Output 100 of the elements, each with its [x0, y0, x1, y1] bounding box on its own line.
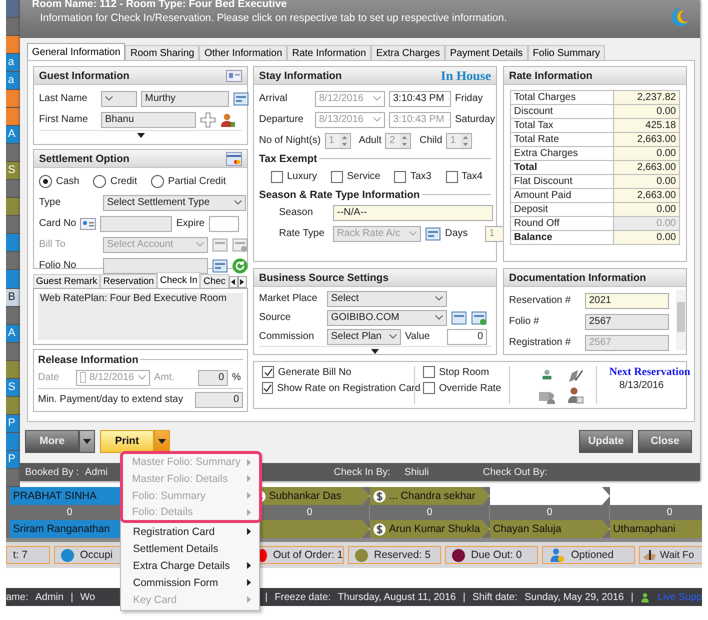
remark-text-area[interactable]: Web RatePlan: Four Bed Executive Room [33, 288, 248, 345]
status-text: Wo [80, 592, 96, 602]
season-field[interactable]: --N/A-- [333, 204, 493, 220]
status-text: | [70, 592, 74, 602]
field-label: Rate Type [279, 228, 326, 239]
min-payment-field[interactable]: 0 [195, 392, 243, 408]
booking-cell[interactable]: ... Chandra sekhar [370, 487, 490, 505]
field-label: Card No [39, 218, 76, 229]
document-number-field[interactable]: 2567 [585, 314, 669, 330]
checkbox-label: Generate Bill No [278, 366, 352, 378]
legend-item[interactable]: Wait Fo [639, 546, 702, 564]
info-label: Check Out By: [482, 466, 548, 478]
info-label: Check In By: [334, 466, 390, 478]
legend-item[interactable]: Optioned [542, 546, 635, 564]
panel-title: Documentation Information [509, 272, 646, 284]
rate-value: 2,663.00 [613, 188, 680, 202]
rate-label: Deposit [510, 202, 614, 216]
rate-value: 0.00 [613, 202, 680, 216]
count-cell: 0 [546, 507, 552, 518]
tab[interactable]: Extra Charges [371, 45, 445, 60]
field-label: Folio # [509, 316, 540, 327]
menu-item[interactable]: Commission Form [123, 574, 259, 591]
rate-value: 0.00 [613, 230, 680, 244]
status-text: | [630, 592, 634, 602]
status-text: Thursday, August 11, 2016 [338, 592, 456, 602]
print-button[interactable]: Print [100, 430, 154, 452]
tab[interactable]: Room Sharing [125, 45, 200, 60]
amount-field[interactable]: 0 [198, 370, 228, 386]
legend-label: Due Out: 0 [471, 549, 522, 561]
commission-value-field[interactable]: 0 [447, 328, 487, 344]
tab[interactable]: Guest Remark [33, 274, 100, 288]
rate-value: 0.00 [613, 146, 680, 160]
panel-title: Business Source Settings [259, 272, 389, 284]
field-label: Min. Payment/day to extend stay [38, 394, 184, 405]
first-name-field[interactable]: Bhanu [101, 112, 196, 128]
panel-title: Stay Information [259, 70, 342, 82]
time-field[interactable]: 3:10:43 PM [389, 90, 451, 106]
status-text: Admin [35, 592, 64, 602]
room-cell[interactable]: S [6, 162, 20, 180]
checkbox-label: Tax3 [410, 171, 432, 182]
legend-item[interactable]: Due Out: 0 [445, 546, 538, 564]
section-title: Release Information [38, 354, 138, 366]
window-subtitle: Information for Check In/Reservation. Please click on respective tab to set up respective information. [39, 12, 507, 24]
field-label: Market Place [259, 293, 318, 304]
field-label: Days [445, 228, 469, 239]
legend-label: Reserved: 5 [374, 549, 431, 561]
section-title: Season & Rate Type Information [259, 188, 420, 200]
room-cell[interactable]: A [6, 324, 20, 343]
room-cell[interactable]: A [6, 126, 20, 144]
rate-value: 2,663.00 [613, 132, 680, 146]
next-reservation-link[interactable]: Next Reservation [609, 366, 690, 378]
panel-title: Guest Information [39, 70, 130, 82]
guest-name: Sriram Ranganathan [13, 523, 110, 535]
booking-cell[interactable]: Arun Kumar Shukla [370, 520, 490, 538]
status-text: Shift date: [472, 592, 518, 602]
room-cell[interactable]: P [6, 414, 20, 433]
room-cell[interactable]: P [6, 450, 20, 469]
field-label: Child [419, 135, 442, 146]
room-cell[interactable]: a [6, 72, 20, 90]
tab[interactable]: General Information [27, 43, 126, 60]
legend-label: Wait Fo [660, 550, 694, 560]
tab[interactable]: Chec [200, 274, 229, 288]
commission-select[interactable]: Select Plan [327, 328, 401, 344]
field-label: Arrival [259, 93, 288, 104]
guest-name: ... Chandra sekhar [389, 490, 476, 502]
percent-label: % [232, 372, 241, 383]
room-cell[interactable]: S [6, 378, 20, 397]
settlement-type-select[interactable]: Select Settlement Type [103, 194, 246, 210]
radio-label: Credit [110, 176, 138, 187]
count-cell: 0 [66, 507, 72, 518]
field-label: Commission [259, 331, 316, 342]
booking-cell[interactable]: Chayan Saluja [490, 520, 610, 538]
status-text: Sunday, May 29, 2016 [524, 592, 624, 602]
rate-label: Balance [510, 230, 614, 244]
room-cell[interactable]: a [6, 54, 20, 72]
room-cell[interactable]: B [6, 288, 20, 307]
tab[interactable]: Reservation [100, 274, 157, 288]
legend-item[interactable]: t: 7 [6, 546, 50, 564]
tab[interactable]: Folio Summary [528, 45, 606, 60]
info-value: Admi [84, 466, 108, 478]
tab[interactable]: Other Information [199, 45, 288, 60]
booking-cell[interactable]: Uthamaphani [610, 520, 702, 538]
field-label: Last Name [39, 93, 88, 104]
stay-status: In House [440, 68, 491, 84]
update-button[interactable]: Update [579, 430, 633, 452]
close-button[interactable]: Close [638, 430, 692, 452]
tab[interactable]: Check In [156, 272, 200, 288]
field-label: First Name [39, 114, 89, 125]
info-value: Shiuli [404, 466, 429, 478]
panel-title: Settlement Option [39, 152, 130, 164]
field-label: Reservation # [509, 295, 572, 306]
source-select[interactable]: GOIBIBO.COM [327, 310, 447, 326]
tab[interactable]: Payment Details [444, 45, 528, 60]
legend-label: Occupi [80, 549, 113, 561]
document-number-field[interactable]: 2021 [585, 292, 669, 308]
legend-item[interactable]: Reserved: 5 [348, 546, 441, 564]
last-name-field[interactable]: Murthy [141, 90, 229, 106]
tab[interactable]: Rate Information [287, 45, 372, 60]
market-place-select[interactable]: Select [327, 290, 447, 306]
more-button[interactable]: More [25, 430, 79, 452]
